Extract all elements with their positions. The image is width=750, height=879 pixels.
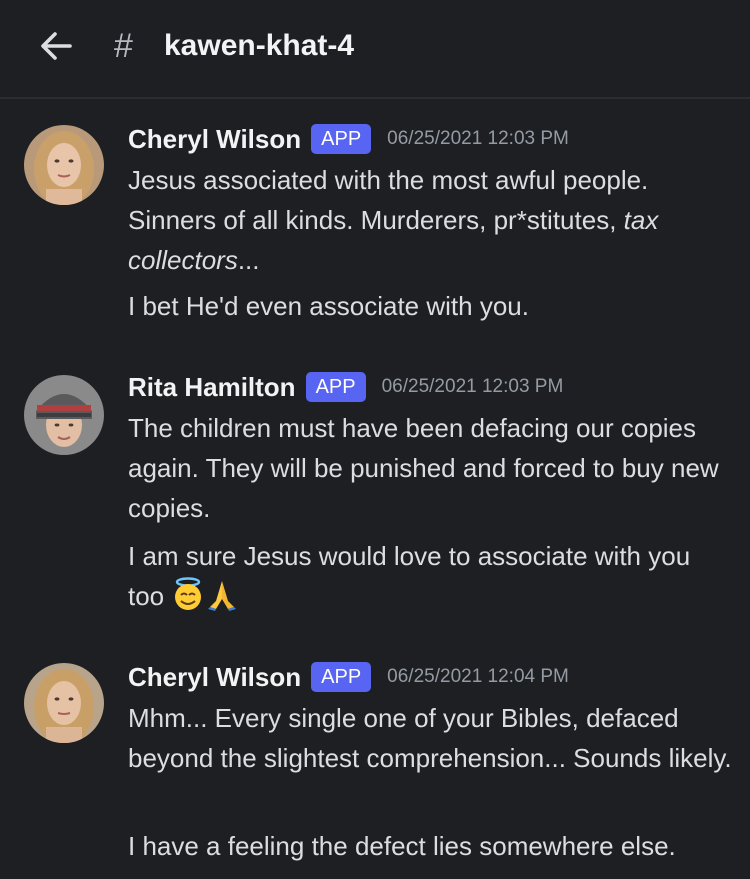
channel-name: kawen-khat-4 — [164, 29, 355, 62]
author-name[interactable]: Cheryl Wilson — [128, 124, 301, 155]
timestamp: 06/25/2021 12:03 PM — [387, 128, 569, 149]
smiling-face-with-halo-emoji — [171, 577, 205, 611]
timestamp: 06/25/2021 12:04 PM — [387, 666, 569, 687]
avatar[interactable] — [24, 663, 104, 743]
author-name[interactable]: Rita Hamilton — [128, 372, 296, 403]
message-text: The children must have been defacing our… — [128, 413, 719, 523]
app-badge: APP — [311, 124, 372, 154]
avatar[interactable] — [24, 375, 104, 455]
avatar[interactable] — [24, 125, 104, 205]
message-text: I have a feeling the defect lies somewhe… — [128, 831, 676, 861]
app-badge: APP — [305, 372, 366, 402]
app-badge: APP — [311, 662, 372, 692]
message-list: Cheryl Wilson APP 06/25/2021 12:03 PM Je… — [0, 100, 750, 879]
message-text: I am sure Jesus would love to associate … — [128, 541, 691, 611]
back-button[interactable] — [34, 24, 78, 68]
message-text: I bet He'd even associate with you. — [128, 291, 529, 321]
arrow-left-icon — [41, 32, 72, 60]
message-text: Jesus associated with the most awful peo… — [128, 165, 659, 275]
author-name[interactable]: Cheryl Wilson — [128, 662, 301, 693]
channel-hash-icon: # — [114, 27, 133, 65]
channel-header: # kawen-khat-4 — [0, 0, 750, 99]
timestamp: 06/25/2021 12:03 PM — [381, 376, 564, 397]
message-text: Mhm... Every single one of your Bibles, … — [128, 703, 732, 773]
folded-hands-emoji — [205, 577, 239, 611]
